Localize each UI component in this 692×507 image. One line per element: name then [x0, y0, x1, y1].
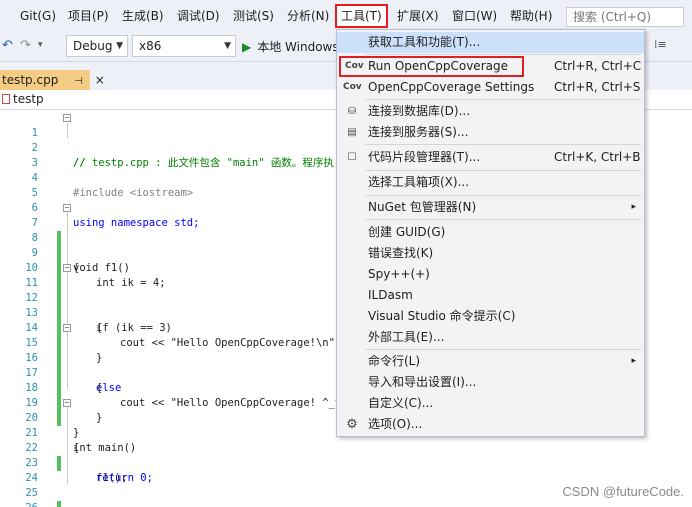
menu-item-label: 创建 GUID(G) — [368, 225, 446, 239]
play-icon: ▶ — [242, 40, 252, 54]
menu-item-shortcut: Ctrl+R, Ctrl+C — [554, 59, 642, 73]
menu-item-label: 获取工具和功能(T)... — [368, 35, 481, 49]
coverage-icon: Cov — [343, 82, 362, 92]
menu-item-shortcut: Ctrl+R, Ctrl+S — [554, 80, 641, 94]
menu-separator — [365, 349, 641, 350]
platform-select[interactable]: x86 ▼ — [132, 35, 236, 57]
menu-item-connect-server[interactable]: ▤ 连接到服务器(S)... — [337, 122, 644, 143]
menu-debug[interactable]: 调试(D) — [173, 6, 224, 26]
snippet-icon: ☐ — [347, 152, 357, 163]
menu-item-choose-toolbox[interactable]: 选择工具箱项(X)... — [337, 172, 644, 193]
platform-value: x86 — [139, 39, 162, 53]
menu-item-label: NuGet 包管理器(N) — [368, 200, 477, 214]
menu-item-label: 导入和导出设置(I)... — [368, 375, 477, 389]
menu-item-label: Visual Studio 命令提示(C) — [368, 309, 516, 323]
menu-item-external-tools[interactable]: 外部工具(E)... — [337, 327, 644, 348]
tab-testp-cpp[interactable]: testp.cpp ⊣ × — [0, 70, 105, 90]
tab-label: testp.cpp — [2, 73, 59, 87]
menu-separator — [365, 54, 641, 55]
tools-menu-dropdown: 获取工具和功能(T)... Cov Run OpenCppCoverage Ct… — [336, 29, 645, 437]
fold-toggle-icon[interactable]: − — [63, 264, 71, 272]
chevron-right-icon: ▸ — [631, 356, 636, 366]
menu-item-options[interactable]: ⚙ 选项(O)... — [337, 414, 644, 435]
menu-item-label: 选择工具箱项(X)... — [368, 175, 470, 189]
menu-item-command-line[interactable]: 命令行(L) ▸ — [337, 351, 644, 372]
server-icon: ▤ — [347, 127, 357, 138]
chevron-down-icon: ▼ — [224, 41, 231, 51]
menu-item-opencppcoverage-settings[interactable]: Cov OpenCppCoverage Settings Ctrl+R, Ctr… — [337, 77, 644, 98]
menu-project[interactable]: 项目(P) — [64, 6, 113, 26]
config-select[interactable]: Debug ▼ — [66, 35, 128, 57]
fold-toggle-icon[interactable]: − — [63, 399, 71, 407]
menu-separator — [365, 195, 641, 196]
menu-item-label: 连接到服务器(S)... — [368, 125, 469, 139]
run-button[interactable]: ▶ 本地 Windows — [242, 38, 339, 55]
menu-build[interactable]: 生成(B) — [118, 6, 168, 26]
menu-item-code-snippets[interactable]: ☐ 代码片段管理器(T)... Ctrl+K, Ctrl+B — [337, 147, 644, 168]
menu-item-label: Spy++(+) — [368, 267, 430, 281]
menu-help[interactable]: 帮助(H) — [506, 6, 556, 26]
menu-item-shortcut-row: Ctrl+R, Ctrl+C — [337, 56, 644, 77]
menu-item-label: 连接到数据库(D)... — [368, 104, 471, 118]
menu-analyze[interactable]: 分析(N) — [283, 6, 333, 26]
menu-test[interactable]: 测试(S) — [229, 6, 278, 26]
menu-tools[interactable]: 工具(T) — [335, 4, 388, 28]
watermark: CSDN @futureCode. — [562, 484, 684, 499]
menu-item-connect-database[interactable]: ⛁ 连接到数据库(D)... — [337, 101, 644, 122]
run-label: 本地 Windows — [257, 40, 339, 54]
code-line: 24 — [0, 456, 692, 484]
project-icon — [2, 94, 10, 104]
menu-item-ildasm[interactable]: ILDasm — [337, 285, 644, 306]
fold-toggle-icon[interactable]: − — [63, 324, 71, 332]
menu-window[interactable]: 窗口(W) — [448, 6, 501, 26]
menu-item-create-guid[interactable]: 创建 GUID(G) — [337, 222, 644, 243]
pin-icon[interactable]: ⊣ — [74, 76, 83, 87]
search-input[interactable]: 搜索 (Ctrl+Q) — [566, 7, 684, 27]
redo-icon[interactable]: ↷ — [20, 38, 31, 53]
menu-extensions[interactable]: 扩展(X) — [393, 6, 443, 26]
undo-icon[interactable]: ↶ — [2, 38, 13, 53]
menu-item-label: 外部工具(E)... — [368, 330, 445, 344]
chevron-down-icon: ▼ — [116, 41, 123, 51]
menu-item-label: 代码片段管理器(T)... — [368, 150, 481, 164]
menu-git[interactable]: Git(G) — [16, 6, 60, 26]
menu-item-get-tools[interactable]: 获取工具和功能(T)... — [337, 32, 644, 53]
menu-separator — [365, 144, 641, 145]
menu-item-nuget[interactable]: NuGet 包管理器(N) ▸ — [337, 197, 644, 218]
gear-icon: ⚙ — [346, 417, 358, 432]
code-line: 23 return 0; — [0, 441, 692, 484]
line-number: 26 — [0, 501, 38, 507]
fold-toggle-icon[interactable]: − — [63, 204, 71, 212]
menu-item-label: OpenCppCoverage Settings — [368, 80, 535, 94]
menu-item-spy[interactable]: Spy++(+) — [337, 264, 644, 285]
menu-item-label: 自定义(C)... — [368, 396, 434, 410]
menu-item-label: 选项(O)... — [368, 417, 423, 431]
menu-bar: Git(G) 项目(P) 生成(B) 调试(D) 测试(S) 分析(N) 工具(… — [0, 0, 692, 30]
menu-item-shortcut: Ctrl+K, Ctrl+B — [554, 150, 641, 164]
database-icon: ⛁ — [347, 106, 357, 117]
close-icon[interactable]: × — [95, 73, 105, 87]
chevron-down-icon[interactable]: ▾ — [38, 40, 43, 50]
menu-item-label: 错误查找(K) — [368, 246, 434, 260]
menu-separator — [365, 170, 641, 171]
menu-item-customize[interactable]: 自定义(C)... — [337, 393, 644, 414]
menu-item-label: ILDasm — [368, 288, 413, 302]
menu-item-label: 命令行(L) — [368, 354, 421, 368]
menu-separator — [365, 99, 641, 100]
config-value: Debug — [73, 39, 113, 53]
fold-toggle-icon[interactable]: − — [63, 114, 71, 122]
menu-item-import-export-settings[interactable]: 导入和导出设置(I)... — [337, 372, 644, 393]
menu-item-vs-command-prompt[interactable]: Visual Studio 命令提示(C) — [337, 306, 644, 327]
menu-item-error-lookup[interactable]: 错误查找(K) — [337, 243, 644, 264]
format-icon[interactable]: ⁞≡ — [654, 38, 667, 51]
change-marker — [57, 501, 61, 507]
menu-separator — [365, 219, 641, 220]
project-name: testp — [13, 92, 44, 106]
chevron-right-icon: ▸ — [631, 202, 636, 212]
